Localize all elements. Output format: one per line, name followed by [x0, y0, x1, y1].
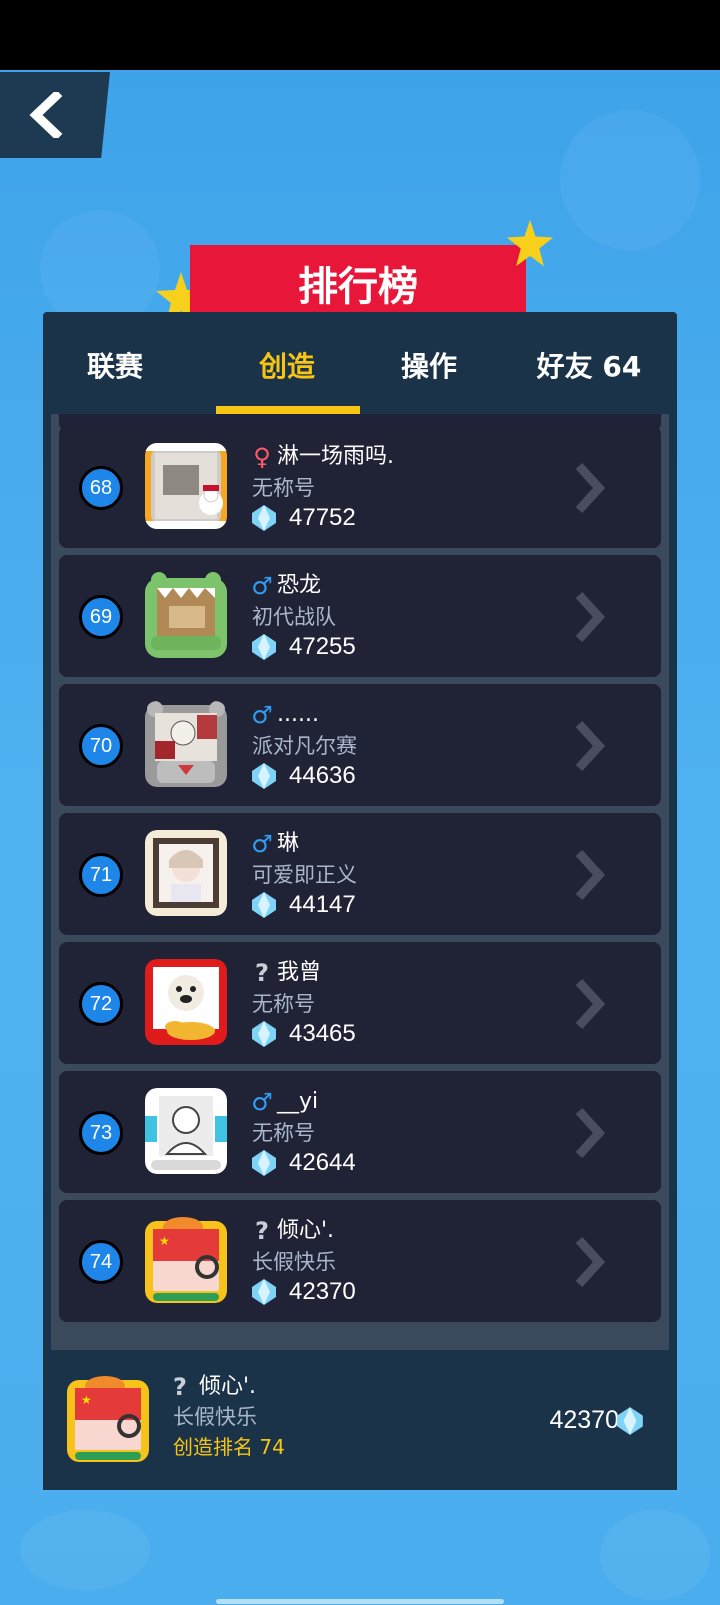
table-row[interactable]: 70 ♂ ...... 派对凡尔赛 44636 — [59, 684, 661, 806]
avatar[interactable] — [145, 572, 227, 658]
diamond-icon — [252, 892, 276, 918]
gender-male-icon: ♂ — [251, 701, 273, 729]
diamond-icon — [252, 763, 276, 789]
score: 43465 — [289, 1020, 356, 1047]
player-name: 淋一场雨吗. — [277, 444, 394, 469]
player-title: 无称号 — [252, 476, 315, 500]
score: 44147 — [289, 891, 356, 918]
table-row[interactable]: 72 ? 我曾 无称号 43465 — [59, 942, 661, 1064]
svg-text:★: ★ — [159, 1234, 170, 1248]
player-name: 我曾 — [277, 960, 322, 985]
player-name: 恐龙 — [277, 573, 322, 598]
my-avatar[interactable]: ★ — [67, 1376, 149, 1462]
rank-badge: 70 — [79, 724, 123, 768]
score: 47752 — [289, 504, 356, 531]
table-row[interactable]: 71 ♂ 琳 可爱即正义 44147 — [59, 813, 661, 935]
player-name: 琳 — [277, 831, 300, 856]
rank-badge: 73 — [79, 1111, 123, 1155]
chevron-right-icon — [575, 720, 606, 772]
player-name: ...... — [277, 702, 319, 727]
my-player-title: 长假快乐 — [173, 1405, 257, 1429]
gender-male-icon: ♂ — [251, 572, 273, 600]
gender-male-icon: ♂ — [251, 830, 273, 858]
active-tab-indicator — [216, 406, 360, 414]
player-title: 无称号 — [252, 992, 315, 1016]
leaderboard-list[interactable]: 68 ♀ 淋一场雨吗. 无称号 47752 69 ♂ 恐龙 初代战队 47255… — [51, 414, 669, 1350]
player-name: 倾心'. — [277, 1218, 335, 1243]
back-button[interactable] — [0, 72, 110, 158]
diamond-icon — [252, 634, 276, 660]
player-title: 无称号 — [252, 1121, 315, 1145]
avatar[interactable]: ★ — [145, 1217, 227, 1303]
star-icon — [506, 219, 554, 267]
avatar[interactable] — [145, 830, 227, 916]
gender-female-icon: ♀ — [253, 443, 271, 471]
chevron-right-icon — [575, 978, 606, 1030]
rank-badge: 69 — [79, 595, 123, 639]
gender-unknown-icon: ? — [173, 1373, 187, 1401]
table-row[interactable]: 74 ★ ? 倾心'. 长假快乐 42370 — [59, 1200, 661, 1322]
my-rank-text: 创造排名 74 — [173, 1435, 285, 1459]
rank-badge: 72 — [79, 982, 123, 1026]
diamond-icon — [617, 1407, 643, 1435]
chevron-right-icon — [575, 1236, 606, 1288]
gender-unknown-icon: ? — [255, 959, 269, 987]
table-row[interactable]: 69 ♂ 恐龙 初代战队 47255 — [59, 555, 661, 677]
tab-league[interactable]: 联赛 — [43, 320, 187, 414]
chevron-right-icon — [575, 591, 606, 643]
chevron-right-icon — [575, 462, 606, 514]
avatar[interactable] — [145, 959, 227, 1045]
diamond-icon — [252, 1279, 276, 1305]
player-title: 长假快乐 — [252, 1250, 336, 1274]
score: 47255 — [289, 633, 356, 660]
rank-badge: 74 — [79, 1240, 123, 1284]
player-title: 可爱即正义 — [252, 863, 357, 887]
svg-text:★: ★ — [81, 1393, 92, 1407]
rank-badge: 71 — [79, 853, 123, 897]
my-rank-panel[interactable]: ★ ? 倾心'. 长假快乐 创造排名 74 42370 — [43, 1350, 677, 1490]
tab-friends[interactable]: 好友 64 — [499, 320, 679, 414]
tab-create[interactable]: 创造 — [215, 320, 359, 414]
table-row[interactable]: 73 ♂ __yi 无称号 42644 — [59, 1071, 661, 1193]
player-title: 派对凡尔赛 — [252, 734, 357, 758]
gender-unknown-icon: ? — [255, 1217, 269, 1245]
player-name: __yi — [277, 1089, 319, 1114]
table-row[interactable]: 68 ♀ 淋一场雨吗. 无称号 47752 — [59, 426, 661, 548]
avatar[interactable] — [145, 1088, 227, 1174]
rank-badge: 68 — [79, 466, 123, 510]
player-title: 初代战队 — [252, 605, 336, 629]
chevron-right-icon — [575, 849, 606, 901]
diamond-icon — [252, 1150, 276, 1176]
diamond-icon — [252, 1021, 276, 1047]
gender-male-icon: ♂ — [251, 1088, 273, 1116]
my-score: 42370 — [549, 1406, 619, 1434]
avatar[interactable] — [145, 443, 227, 529]
score: 42644 — [289, 1149, 356, 1176]
tab-bar: 联赛 创造 操作 好友 64 — [43, 320, 677, 414]
avatar[interactable] — [145, 701, 227, 787]
status-bar — [0, 0, 720, 70]
score: 42370 — [289, 1278, 356, 1305]
back-arrow-icon — [29, 92, 63, 138]
chevron-right-icon — [575, 1107, 606, 1159]
tab-operation[interactable]: 操作 — [357, 320, 501, 414]
score: 44636 — [289, 762, 356, 789]
home-indicator[interactable] — [216, 1599, 504, 1604]
my-player-name: 倾心'. — [199, 1374, 257, 1399]
diamond-icon — [252, 505, 276, 531]
